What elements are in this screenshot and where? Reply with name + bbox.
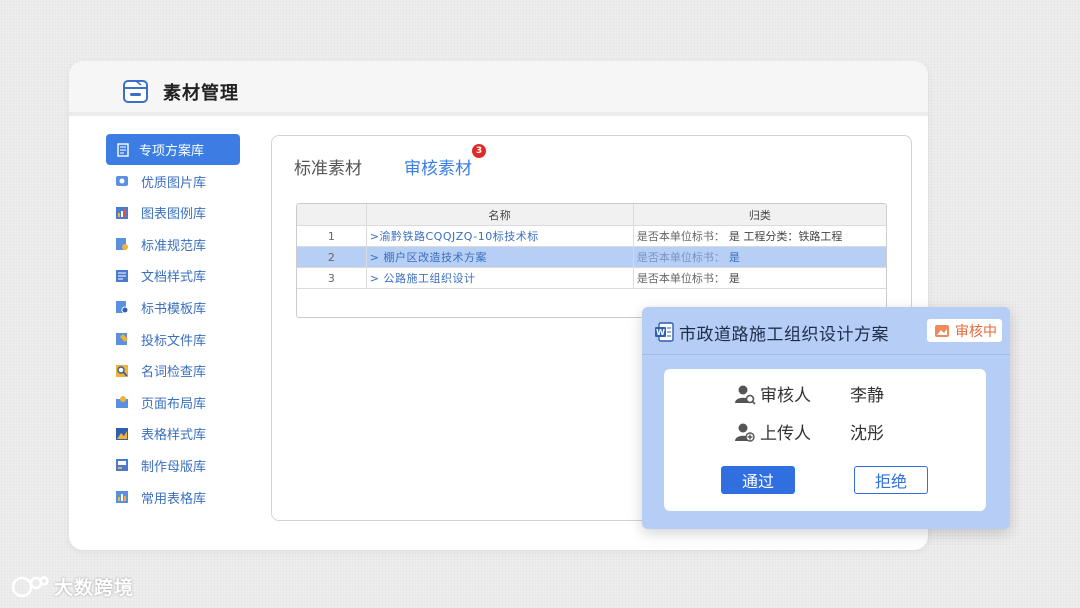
sidebar-item-label: 文档样式库: [141, 270, 207, 286]
materials-table: 名称 归类 1 >渝黔铁路CQQJZQ-10标技术标 是否本单位标书：是 工程分…: [296, 203, 887, 318]
window-header: 素材管理: [69, 61, 928, 116]
picture-icon: [935, 324, 949, 337]
sidebar-item-label: 图表图例库: [141, 207, 207, 223]
svg-text:W: W: [656, 328, 665, 337]
watermark-logo-icon: [11, 575, 49, 597]
approve-button[interactable]: 通过: [721, 466, 795, 494]
category-value: 是 工程分类：铁路工程: [728, 230, 843, 243]
row-category: 是否本单位标书：是 工程分类：铁路工程: [634, 226, 886, 246]
category-value: 是: [728, 272, 740, 285]
reviewer-name: 李静: [850, 386, 884, 406]
row-category: 是否本单位标书：是: [634, 268, 886, 288]
sidebar-item-label: 标书模板库: [141, 301, 207, 317]
header-category: 归类: [748, 208, 771, 222]
app-title: 素材管理: [163, 83, 239, 104]
standard-icon: [116, 238, 128, 251]
table-row[interactable]: 1 >渝黔铁路CQQJZQ-10标技术标 是否本单位标书：是 工程分类：铁路工程: [297, 226, 886, 247]
word-doc-icon: W: [655, 322, 674, 342]
header-index: [297, 204, 367, 225]
table-row[interactable]: 3 > 公路施工组织设计 是否本单位标书：是: [297, 268, 886, 289]
watermark: 大数跨境: [10, 573, 134, 600]
uploader-label: 上传人: [760, 424, 811, 444]
sidebar-item-label: 名词检查库: [141, 365, 207, 381]
reject-button[interactable]: 拒绝: [854, 466, 928, 494]
status-badge: 审核中: [927, 319, 1002, 342]
reviewer-label: 审核人: [760, 386, 811, 406]
chart-icon: [116, 206, 128, 219]
sidebar-item-bid-templates[interactable]: 标书模板库: [106, 292, 240, 323]
row-index: 2: [297, 247, 367, 267]
uploader-row: 上传人 沈彤: [734, 419, 884, 444]
tab-review-materials[interactable]: 审核素材 3: [404, 144, 486, 179]
category-value: 是: [728, 251, 740, 264]
category-prefix: 是否本单位标书：: [636, 230, 725, 243]
sidebar-item-label: 页面布局库: [141, 396, 207, 412]
image-icon: [116, 176, 128, 187]
sidebar-item-standards[interactable]: 标准规范库: [106, 229, 240, 260]
document-icon: [117, 142, 129, 157]
review-card-header: W 市政道路施工组织设计方案 审核中: [642, 307, 1010, 355]
table-row[interactable]: 2 > 棚户区改造技术方案 是否本单位标书：是: [297, 247, 886, 268]
sidebar-item-doc-styles[interactable]: 文档样式库: [106, 260, 240, 291]
uploader-name: 沈彤: [850, 424, 884, 444]
sidebar-item-page-layout[interactable]: 页面布局库: [106, 387, 240, 418]
sidebar-item-bid-files[interactable]: 投标文件库: [106, 324, 240, 355]
category-prefix: 是否本单位标书：: [636, 251, 725, 264]
sidebar-item-label: 投标文件库: [141, 333, 207, 349]
sidebar-item-label: 表格样式库: [141, 428, 207, 444]
tab-standard-materials[interactable]: 标准素材: [294, 154, 362, 179]
sidebar-item-label: 制作母版库: [141, 459, 207, 475]
sidebar-item-label: 常用表格库: [141, 491, 207, 507]
sidebar-item-table-styles[interactable]: 表格样式库: [106, 418, 240, 449]
doc-style-icon: [116, 269, 128, 282]
tab-bar: 标准素材 审核素材 3: [294, 144, 514, 179]
sidebar: 专项方案库 优质图片库 图表图例库 标准规范库 文档样式库 标书模板库 投标文件…: [106, 134, 240, 513]
user-search-icon: [735, 385, 756, 405]
sidebar-item-label: 标准规范库: [141, 238, 207, 254]
bid-file-icon: [116, 333, 128, 346]
header-name: 名称: [367, 204, 634, 225]
common-table-icon: [116, 491, 128, 504]
review-card-body: 审核人 李静 上传人 沈彤 通过 拒绝: [664, 369, 986, 511]
row-index: 1: [297, 226, 367, 246]
sidebar-item-special-plan[interactable]: 专项方案库: [106, 134, 240, 165]
category-prefix: 是否本单位标书：: [636, 272, 725, 285]
review-card-title: 市政道路施工组织设计方案: [679, 325, 889, 345]
row-name[interactable]: > 公路施工组织设计: [367, 268, 634, 288]
watermark-text: 大数跨境: [54, 577, 135, 599]
layout-icon: [116, 396, 128, 409]
tab-label: 审核素材: [404, 159, 472, 179]
master-icon: [116, 459, 128, 472]
sidebar-item-term-check[interactable]: 名词检查库: [106, 355, 240, 386]
sidebar-item-master-templates[interactable]: 制作母版库: [106, 450, 240, 481]
magnifier-icon: [116, 364, 128, 377]
sidebar-item-label: 优质图片库: [141, 175, 207, 191]
sidebar-item-common-tables[interactable]: 常用表格库: [106, 482, 240, 513]
row-name[interactable]: > 棚户区改造技术方案: [367, 247, 634, 267]
reviewer-row: 审核人 李静: [734, 381, 884, 406]
status-text: 审核中: [955, 323, 997, 340]
user-add-icon: [735, 423, 755, 442]
sidebar-item-quality-images[interactable]: 优质图片库: [106, 166, 240, 197]
review-card: W 市政道路施工组织设计方案 审核中 审核人 李静 上传人 沈彤 通过 拒绝: [642, 307, 1010, 529]
row-category: 是否本单位标书：是: [634, 247, 886, 267]
table-header: 名称 归类: [297, 204, 886, 226]
template-icon: [116, 301, 129, 314]
table-style-icon: [116, 427, 128, 440]
row-name[interactable]: >渝黔铁路CQQJZQ-10标技术标: [367, 226, 634, 246]
sidebar-item-charts[interactable]: 图表图例库: [106, 197, 240, 228]
sidebar-item-label: 专项方案库: [139, 144, 205, 159]
notification-badge: 3: [472, 144, 486, 158]
row-index: 3: [297, 268, 367, 288]
folder-icon: [123, 80, 148, 103]
